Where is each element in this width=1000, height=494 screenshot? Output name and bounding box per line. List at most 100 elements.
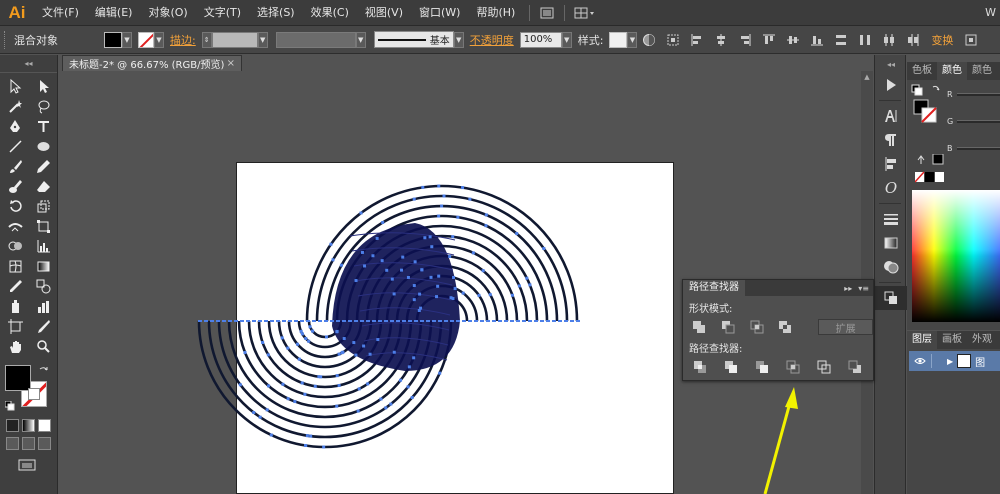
- collapse-panel-icon[interactable]: ▸▸: [844, 284, 852, 293]
- transform-options-icon[interactable]: [962, 31, 980, 49]
- lock-toggle[interactable]: [931, 354, 943, 368]
- gradient-mode-button[interactable]: [22, 419, 35, 432]
- align-left-icon[interactable]: [688, 31, 706, 49]
- color-spectrum[interactable]: [912, 190, 1000, 322]
- default-fill-stroke-icon[interactable]: [5, 401, 15, 411]
- pathfinder-header[interactable]: 路径查找器 ▸▸ ▾≡: [683, 280, 873, 296]
- align-to-selection-icon[interactable]: [664, 31, 682, 49]
- merge-icon[interactable]: [753, 358, 771, 376]
- eyedropper-tool-icon[interactable]: [2, 277, 28, 296]
- tab-color-guide[interactable]: 颜色: [967, 62, 997, 80]
- blend-tool-icon[interactable]: [30, 277, 56, 296]
- align-bottom-icon[interactable]: [808, 31, 826, 49]
- transform-link[interactable]: 变换: [925, 32, 959, 48]
- crop-icon[interactable]: [784, 358, 802, 376]
- tab-color[interactable]: 颜色: [937, 62, 967, 80]
- pen-tool-icon[interactable]: [2, 117, 28, 136]
- trim-icon[interactable]: [722, 358, 740, 376]
- brush-dropdown[interactable]: ▼: [453, 31, 464, 48]
- stroke-weight-label[interactable]: 描边:: [164, 32, 202, 48]
- column-graph-tool-icon[interactable]: [30, 297, 56, 316]
- green-track[interactable]: [957, 120, 1000, 123]
- workspace-switcher[interactable]: W: [985, 0, 996, 26]
- tools-panel-collapse[interactable]: ◂◂: [0, 55, 57, 73]
- graphic-style-swatch[interactable]: [609, 31, 628, 48]
- menu-edit[interactable]: 编辑(E): [87, 0, 141, 26]
- brush-definition[interactable]: 基本: [373, 31, 454, 48]
- blue-track[interactable]: [956, 147, 1000, 150]
- free-transform-tool-icon[interactable]: [30, 217, 56, 236]
- stroke-weight-stepper[interactable]: ⇕: [201, 31, 212, 48]
- unite-icon[interactable]: [691, 318, 707, 336]
- opacity-label[interactable]: 不透明度: [464, 32, 520, 48]
- type-tool-icon[interactable]: [30, 117, 56, 136]
- distribute-center-icon[interactable]: [880, 31, 898, 49]
- recolor-artwork-icon[interactable]: [640, 31, 658, 49]
- arrange-documents-icon[interactable]: [571, 4, 599, 22]
- intersect-icon[interactable]: [749, 318, 765, 336]
- distribute-right-icon[interactable]: [904, 31, 922, 49]
- slice-tool-icon[interactable]: [30, 317, 56, 336]
- align-right-icon[interactable]: [736, 31, 754, 49]
- close-document-icon[interactable]: ×: [227, 58, 235, 69]
- menu-object[interactable]: 对象(O): [140, 0, 195, 26]
- pathfinder-tab[interactable]: 路径查找器: [683, 280, 745, 296]
- minus-back-icon[interactable]: [846, 358, 864, 376]
- green-slider[interactable]: G: [947, 117, 1000, 126]
- blue-slider[interactable]: B: [947, 144, 1000, 153]
- expand-layer-triangle-icon[interactable]: ▶: [947, 357, 953, 366]
- stroke-panel-icon[interactable]: [875, 207, 907, 231]
- hand-tool-icon[interactable]: [2, 337, 28, 356]
- expand-button[interactable]: 扩展: [818, 319, 873, 335]
- menu-help[interactable]: 帮助(H): [468, 0, 523, 26]
- layer-name[interactable]: 图: [975, 354, 985, 369]
- opentype-panel-icon[interactable]: O: [875, 176, 907, 200]
- align-middle-icon[interactable]: [784, 31, 802, 49]
- document-tab[interactable]: 未标题-2* @ 66.67% (RGB/预览) ×: [62, 55, 242, 71]
- minus-front-icon[interactable]: [720, 318, 736, 336]
- scale-tool-icon[interactable]: [30, 197, 56, 216]
- fill-dropdown-arrow[interactable]: ▼: [122, 31, 132, 48]
- stroke-weight-dropdown[interactable]: ▼: [257, 31, 268, 48]
- mesh-tool-icon[interactable]: [2, 257, 28, 276]
- ellipse-tool-icon[interactable]: [30, 137, 56, 156]
- profile-dropdown[interactable]: ▼: [355, 31, 366, 48]
- width-tool-icon[interactable]: [2, 217, 28, 236]
- align-panel-icon[interactable]: [875, 152, 907, 176]
- tab-appearance[interactable]: 外观: [967, 331, 997, 349]
- blob-brush-tool-icon[interactable]: [2, 177, 28, 196]
- fill-stroke-indicator[interactable]: [5, 365, 51, 411]
- tab-artboards[interactable]: 画板: [937, 331, 967, 349]
- scroll-up-arrow[interactable]: ▲: [861, 71, 873, 83]
- line-segment-tool-icon[interactable]: [2, 137, 28, 156]
- distribute-vertical-icon[interactable]: [832, 31, 850, 49]
- lasso-icon[interactable]: [30, 97, 56, 116]
- menu-select[interactable]: 选择(S): [249, 0, 303, 26]
- stroke-weight-field[interactable]: [211, 31, 258, 48]
- menu-view[interactable]: 视图(V): [357, 0, 411, 26]
- stroke-color-swatch[interactable]: [138, 31, 154, 48]
- outline-icon[interactable]: [815, 358, 833, 376]
- opacity-field[interactable]: 100%: [519, 31, 562, 48]
- transparency-panel-icon[interactable]: [875, 255, 907, 279]
- magic-wand-icon[interactable]: [2, 97, 28, 116]
- align-top-icon[interactable]: [760, 31, 778, 49]
- menu-file[interactable]: 文件(F): [34, 0, 87, 26]
- opacity-dropdown[interactable]: ▼: [561, 31, 572, 48]
- screen-mode-icon[interactable]: [18, 459, 38, 473]
- exclude-icon[interactable]: [777, 318, 793, 336]
- gamut-swatches[interactable]: [915, 154, 947, 184]
- direct-selection-tool-icon[interactable]: [30, 77, 56, 96]
- fill-stroke-mini-icon[interactable]: [911, 84, 945, 132]
- menu-type[interactable]: 文字(T): [196, 0, 249, 26]
- align-center-icon[interactable]: [712, 31, 730, 49]
- bridge-icon[interactable]: [536, 4, 558, 22]
- tab-swatches[interactable]: 色板: [907, 62, 937, 80]
- paragraph-panel-icon[interactable]: [875, 128, 907, 152]
- menu-effect[interactable]: 效果(C): [303, 0, 357, 26]
- selection-tool-icon[interactable]: [2, 77, 28, 96]
- rotate-tool-icon[interactable]: [2, 197, 28, 216]
- stroke-dropdown-arrow[interactable]: ▼: [154, 31, 164, 48]
- color-mode-button[interactable]: [6, 419, 19, 432]
- shape-builder-tool-icon[interactable]: [2, 237, 28, 256]
